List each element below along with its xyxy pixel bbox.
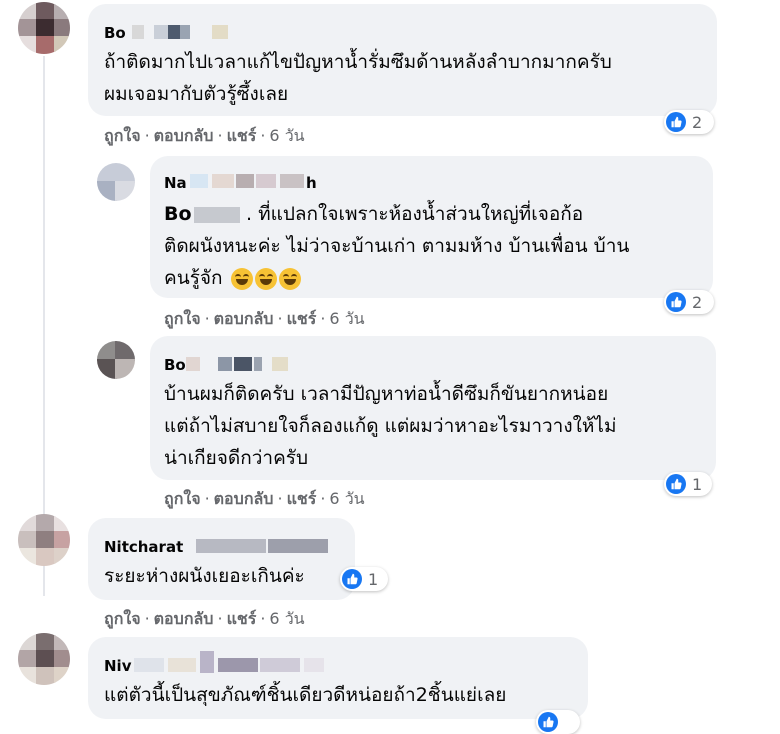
reaction-count[interactable]: 2 (664, 110, 714, 134)
reaction-count[interactable]: 2 (664, 290, 714, 314)
reaction-number: 1 (368, 569, 379, 589)
reply-action[interactable]: ตอบกลับ (214, 489, 274, 508)
comment-text: คนรู้จัก (164, 267, 223, 289)
comment-age[interactable]: 6 วัน (329, 309, 364, 328)
comment-bubble: Nitcharat ระยะห่างผนังเยอะเกินค่ะ (88, 518, 355, 600)
comment-author[interactable]: Niv (104, 657, 131, 675)
redacted-name (196, 539, 266, 553)
comment-bubble: Bo ถ้าติดมากไปเวลาแก้ไขปัญหาน้ำรั่มซึมด้… (88, 4, 717, 116)
thumbs-up-icon (342, 569, 362, 589)
redacted-name (168, 658, 196, 672)
comment-actions: ถูกใจ · ตอบกลับ · แชร์ · 6 วัน (104, 126, 305, 145)
avatar[interactable] (18, 2, 70, 54)
comment-author[interactable]: Bo (164, 356, 186, 374)
thumbs-up-icon (666, 292, 686, 312)
reaction-count[interactable]: 1 (340, 567, 388, 591)
redacted-name (304, 658, 324, 672)
avatar[interactable] (18, 633, 70, 685)
comment-text-line: ถ้าติดมากไปเวลาแก้ไขปัญหาน้ำรั่มซึมด้านห… (104, 51, 612, 73)
reaction-number: 2 (692, 292, 703, 312)
grinning-sweat-emoji-icon (254, 267, 277, 290)
comment-text-line: บ้านผมก็ติดครับ เวลามีปัญหาท่อน้ำดีซึมก็… (164, 383, 609, 405)
redacted-name (212, 25, 228, 39)
share-action[interactable]: แชร์ (227, 609, 257, 628)
comment-bubble: Na h Bo . ที่แปลกใจเพราะห้องน้ำส่วนใหญ่ท… (150, 156, 713, 298)
comment-author-tail: h (306, 174, 317, 192)
redacted-name (218, 357, 232, 371)
redacted-name (212, 174, 234, 188)
share-action[interactable]: แชร์ (227, 126, 257, 145)
redacted-name (134, 658, 164, 672)
redacted-name (272, 357, 288, 371)
comment-actions: ถูกใจ · ตอบกลับ · แชร์ · 6 วัน (164, 309, 365, 328)
thumbs-up-icon (538, 712, 558, 732)
redacted-name (256, 174, 276, 188)
reaction-count[interactable]: 1 (664, 472, 712, 496)
comment-text-line: ผมเจอมากับตัวรู้ซึ้งเลย (104, 83, 289, 105)
comment-actions: ถูกใจ · ตอบกลับ · แชร์ · 6 วัน (104, 609, 305, 628)
avatar[interactable] (18, 514, 70, 566)
comment-text-line: ระยะห่างผนังเยอะเกินค่ะ (104, 565, 305, 587)
grinning-sweat-emoji-icon (230, 267, 253, 290)
redacted-mention (194, 207, 240, 223)
redacted-name (168, 25, 180, 39)
redacted-name (190, 174, 208, 188)
like-action[interactable]: ถูกใจ (104, 126, 141, 145)
like-action[interactable]: ถูกใจ (104, 609, 141, 628)
share-action[interactable]: แชร์ (287, 489, 317, 508)
comment-author[interactable]: Bo (104, 24, 126, 42)
grinning-sweat-emoji-icon (278, 267, 301, 290)
reaction-count[interactable] (536, 710, 580, 734)
mention-tag[interactable]: Bo (164, 198, 192, 230)
redacted-name (218, 658, 258, 672)
comment-text-line: แต่ถ้าไม่สบายใจก็ลองแก้ดู แต่ผมว่าหาอะไร… (164, 415, 617, 437)
redacted-name (200, 651, 214, 673)
reply-action[interactable]: ตอบกลับ (154, 609, 214, 628)
comment-author[interactable]: Nitcharat (104, 538, 183, 556)
comment-age[interactable]: 6 วัน (269, 609, 304, 628)
comment-author[interactable]: Na (164, 174, 187, 192)
comment-text-line: ติดผนังหนะค่ะ ไม่ว่าจะบ้านเก่า ตามมห้าง … (164, 235, 630, 257)
reply-action[interactable]: ตอบกลับ (154, 126, 214, 145)
comment-text-line: น่าเกียจดีกว่าครับ (164, 447, 309, 469)
reply-action[interactable]: ตอบกลับ (214, 309, 274, 328)
redacted-name (260, 658, 300, 672)
comment-text-line: แต่ตัวนี้เป็นสุขภัณฑ์ชิ้นเดียวดีหน่อยถ้า… (104, 684, 507, 706)
like-action[interactable]: ถูกใจ (164, 309, 201, 328)
avatar[interactable] (97, 341, 135, 379)
thumbs-up-icon (666, 474, 686, 494)
redacted-name (234, 357, 252, 371)
redacted-name (154, 25, 168, 39)
comment-text-line: . ที่แปลกใจเพราะห้องน้ำส่วนใหญ่ที่เจอก้อ (246, 203, 584, 225)
redacted-name (254, 357, 262, 371)
redacted-name (280, 174, 304, 188)
comment-age[interactable]: 6 วัน (329, 489, 364, 508)
redacted-name (186, 357, 200, 371)
redacted-name (236, 174, 254, 188)
comment-actions: ถูกใจ · ตอบกลับ · แชร์ · 6 วัน (164, 489, 365, 508)
avatar[interactable] (97, 163, 135, 201)
comment-bubble: Niv แต่ตัวนี้เป็นสุขภัณฑ์ชิ้นเดียวดีหน่อ… (88, 637, 588, 719)
reaction-number: 1 (692, 474, 703, 494)
thumbs-up-icon (666, 112, 686, 132)
share-action[interactable]: แชร์ (287, 309, 317, 328)
reaction-number: 2 (692, 112, 703, 132)
redacted-name (268, 539, 328, 553)
redacted-name (180, 25, 190, 39)
comment-text-line: คนรู้จัก (164, 262, 301, 294)
comment-bubble: Bo บ้านผมก็ติดครับ เวลามีปัญหาท่อน้ำดีซึ… (150, 336, 716, 480)
like-action[interactable]: ถูกใจ (164, 489, 201, 508)
comment-age[interactable]: 6 วัน (269, 126, 304, 145)
redacted-name (132, 25, 144, 39)
